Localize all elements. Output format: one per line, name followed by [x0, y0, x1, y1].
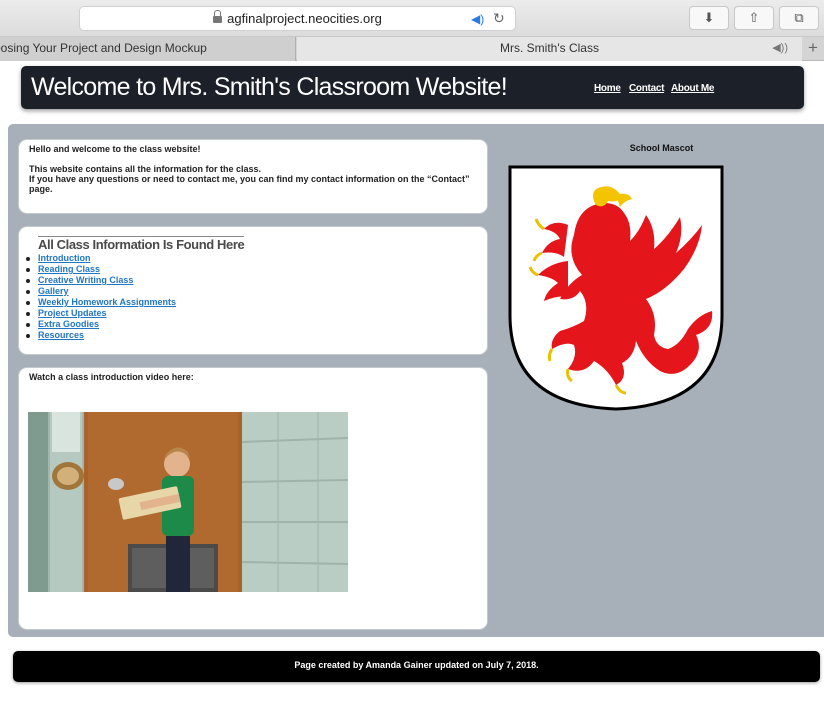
link-extra-goodies[interactable]: Extra Goodies	[38, 319, 99, 329]
tab-label: Mrs. Smith's Class	[500, 41, 599, 55]
video-box: Watch a class introduction video here:	[18, 367, 488, 630]
tab-mrs-smith-class[interactable]: Mrs. Smith's Class ◀))	[297, 37, 802, 61]
mascot-label: School Mascot	[629, 143, 694, 153]
video-player[interactable]	[28, 412, 348, 592]
video-label: Watch a class introduction video here:	[29, 372, 194, 382]
welcome-box: Hello and welcome to the class website! …	[18, 139, 488, 214]
list-item: Project Updates	[26, 308, 176, 319]
download-button[interactable]: ⬇	[689, 6, 729, 30]
nav-home-link[interactable]: Home	[594, 83, 621, 94]
link-gallery[interactable]: Gallery	[38, 286, 69, 296]
web-page: Welcome to Mrs. Smith's Classroom Websit…	[0, 61, 824, 717]
list-item: Extra Goodies	[26, 319, 176, 330]
welcome-text: Hello and welcome to the class website! …	[29, 144, 479, 194]
nav-contact-link[interactable]: Contact	[629, 83, 664, 94]
class-links-list: Introduction Reading Class Creative Writ…	[26, 253, 176, 341]
show-tabs-button[interactable]: ⧉	[779, 6, 819, 30]
site-footer: Page created by Amanda Gainer updated on…	[13, 651, 820, 682]
list-item: Reading Class	[26, 264, 176, 275]
tab-label: oosing Your Project and Design Mockup	[0, 41, 207, 55]
info-line: This website contains all the informatio…	[29, 164, 262, 174]
tab-speaker-icon[interactable]: ◀))	[772, 37, 788, 60]
list-item: Gallery	[26, 286, 176, 297]
contact-line: If you have any questions or need to con…	[29, 174, 470, 194]
list-item: Introduction	[26, 253, 176, 264]
griffin-shield-icon	[508, 165, 724, 411]
footer-text: Page created by Amanda Gainer updated on…	[294, 660, 539, 670]
share-button[interactable]: ⇧	[734, 6, 774, 30]
link-homework[interactable]: Weekly Homework Assignments	[38, 297, 176, 307]
nav-about-link[interactable]: About Me	[671, 83, 714, 94]
video-frame	[28, 412, 348, 592]
link-project-updates[interactable]: Project Updates	[38, 308, 107, 318]
reload-icon[interactable]: ↻	[493, 10, 505, 27]
list-item: Weekly Homework Assignments	[26, 297, 176, 308]
new-tab-button[interactable]: +	[802, 37, 824, 61]
browser-toolbar: agfinalproject.neocities.org ◀) ↻ ⬇ ⇧ ⧉	[0, 0, 824, 37]
link-introduction[interactable]: Introduction	[38, 253, 91, 263]
link-creative-writing[interactable]: Creative Writing Class	[38, 275, 133, 285]
address-bar[interactable]: agfinalproject.neocities.org ◀) ↻	[79, 6, 516, 31]
class-links-box: All Class Information Is Found Here Intr…	[18, 226, 488, 355]
site-header: Welcome to Mrs. Smith's Classroom Websit…	[21, 66, 804, 109]
url-label: agfinalproject.neocities.org	[227, 11, 382, 26]
lock-icon	[213, 10, 223, 24]
speaker-icon[interactable]: ◀)	[471, 12, 484, 26]
links-heading: All Class Information Is Found Here	[38, 236, 245, 252]
welcome-line: Hello and welcome to the class website!	[29, 144, 201, 154]
page-title: Welcome to Mrs. Smith's Classroom Websit…	[31, 73, 508, 101]
list-item: Creative Writing Class	[26, 275, 176, 286]
link-reading-class[interactable]: Reading Class	[38, 264, 100, 274]
tab-strip: oosing Your Project and Design Mockup Mr…	[0, 37, 824, 61]
url-text: agfinalproject.neocities.org	[80, 10, 515, 26]
link-resources[interactable]: Resources	[38, 330, 84, 340]
list-item: Resources	[26, 330, 176, 341]
tab-project-mockup[interactable]: oosing Your Project and Design Mockup	[0, 37, 296, 61]
